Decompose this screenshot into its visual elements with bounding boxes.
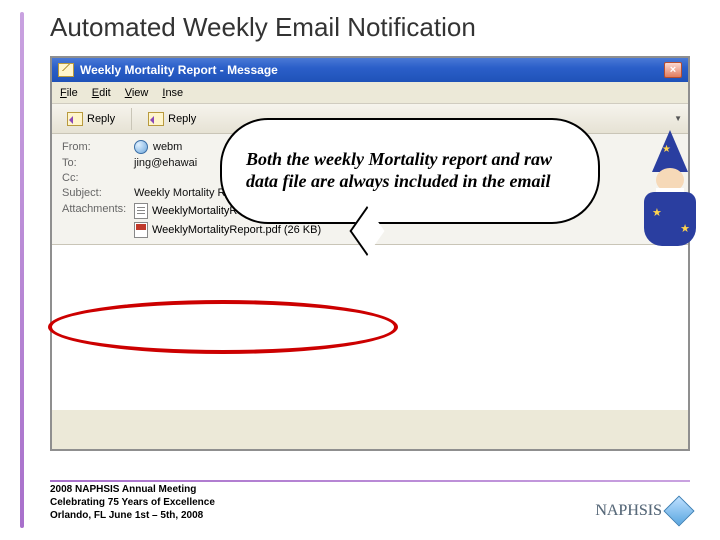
email-body[interactable] [52,245,688,410]
txt-file-icon [134,203,148,219]
logo-text: NAPHSIS [595,502,662,520]
reply-all-button[interactable]: Reply [139,109,205,129]
to-label: To: [62,157,134,169]
window-title: Weekly Mortality Report - Message [80,63,658,77]
callout-text: Both the weekly Mortality report and raw… [246,149,574,192]
reply-icon [67,112,83,126]
wizard-character-icon: ★ [634,130,706,250]
reply-all-icon [148,112,164,126]
menu-view[interactable]: View [125,87,149,99]
email-window: Weekly Mortality Report - Message × FFil… [50,56,690,451]
diamond-icon [663,495,694,526]
cc-label: Cc: [62,172,134,184]
footer-line1: 2008 NAPHSIS Annual Meeting [50,483,215,496]
titlebar[interactable]: Weekly Mortality Report - Message × [52,58,688,82]
footer-line3: Orlando, FL June 1st – 5th, 2008 [50,509,215,522]
footer-divider [50,480,690,482]
menu-file[interactable]: FFileile [60,87,78,99]
mail-icon [58,63,74,77]
reply-button[interactable]: Reply [58,109,124,129]
naphsis-logo: NAPHSIS [595,500,690,522]
close-icon[interactable]: × [664,62,682,78]
pdf-file-icon [134,222,148,238]
menu-insert[interactable]: Inse [162,87,183,99]
from-label: From: [62,141,134,153]
attachment-name: WeeklyMortalityReport.pdf (26 KB) [152,224,321,236]
subject-label: Subject: [62,187,134,199]
attachment-pdf[interactable]: WeeklyMortalityReport.pdf (26 KB) [134,222,321,238]
from-value: webm [153,141,182,153]
footer-line2: Celebrating 75 Years of Excellence [50,496,215,509]
callout-bubble: Both the weekly Mortality report and raw… [220,118,600,224]
slide-footer: 2008 NAPHSIS Annual Meeting Celebrating … [50,483,690,522]
globe-icon [134,140,148,154]
slide-title: Automated Weekly Email Notification [50,12,694,43]
menu-bar: FFileile Edit View Inse [52,82,688,104]
slide-decoration [20,12,24,528]
attachments-label: Attachments: [62,203,134,215]
menu-edit[interactable]: Edit [92,87,111,99]
toolbar-overflow-icon[interactable]: ▼ [674,114,682,123]
toolbar-separator [131,108,132,130]
to-value: jing@ehawai [134,157,197,169]
